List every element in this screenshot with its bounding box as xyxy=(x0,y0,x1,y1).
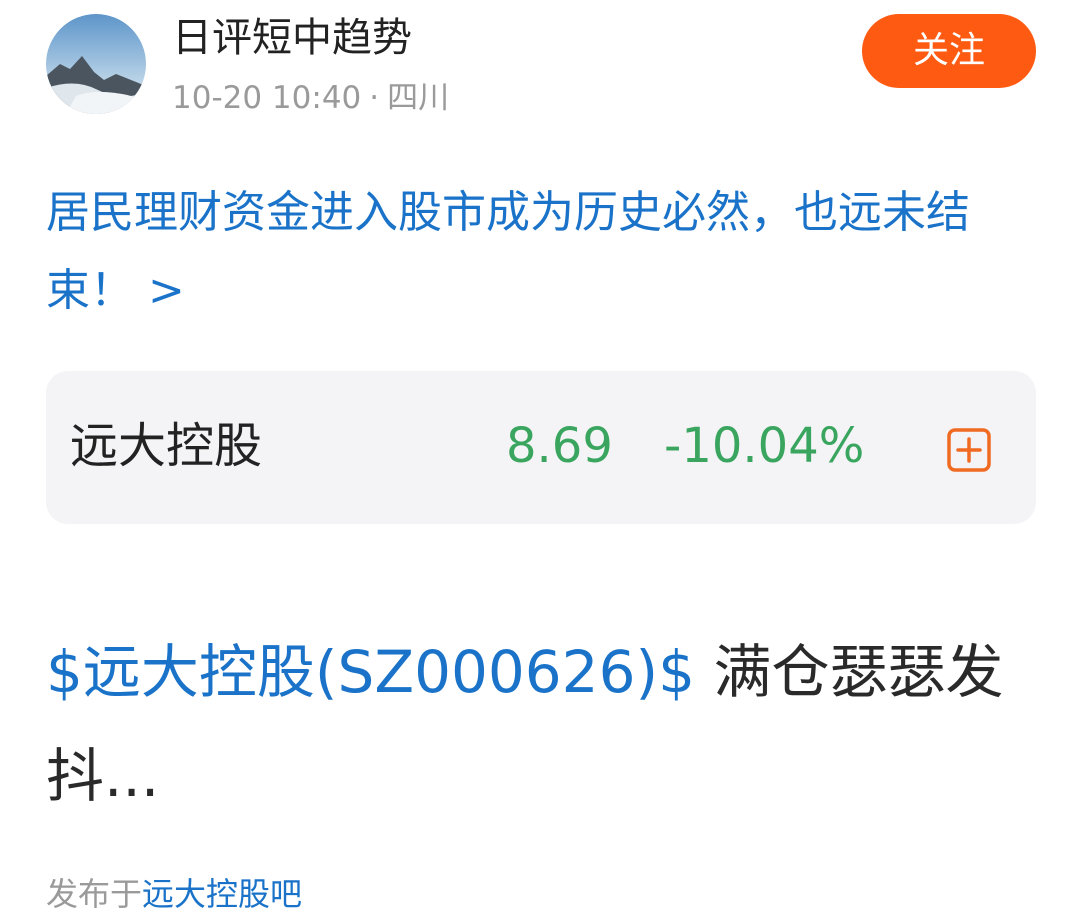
post-time: 10-20 10:40 xyxy=(172,80,362,116)
source-prefix: 发布于 xyxy=(46,875,143,913)
forum-link[interactable]: 远大控股吧 xyxy=(142,875,302,913)
post-source: 发布于远大控股吧 xyxy=(46,868,302,920)
plus-square-icon xyxy=(947,428,991,472)
post-page: 日评短中趋势 10-20 10:40 · 四川 关注 居民理财资金进入股市成为历史必… xyxy=(0,0,1080,923)
avatar[interactable] xyxy=(46,14,146,114)
follow-button[interactable]: 关注 xyxy=(862,14,1036,88)
stock-quote-card[interactable]: 远大控股 8.69 -10.04% xyxy=(46,371,1036,524)
post-location: 四川 xyxy=(387,80,450,116)
post-title-link[interactable]: 居民理财资金进入股市成为历史必然，也远未结束！ > xyxy=(46,174,1038,330)
stock-price: 8.69 xyxy=(506,418,613,474)
stock-name: 远大控股 xyxy=(70,418,263,474)
add-watchlist-button[interactable] xyxy=(946,427,992,473)
author-name[interactable]: 日评短中趋势 xyxy=(172,10,412,66)
meta-separator: · xyxy=(369,80,380,116)
stock-tag-link[interactable]: $远大控股(SZ000626)$ xyxy=(46,638,695,706)
post-meta: 10-20 10:40 · 四川 xyxy=(172,76,449,120)
stock-change-percent: -10.04% xyxy=(664,418,865,474)
post-body: $远大控股(SZ000626)$ 满仓瑟瑟发抖... xyxy=(46,620,1046,828)
